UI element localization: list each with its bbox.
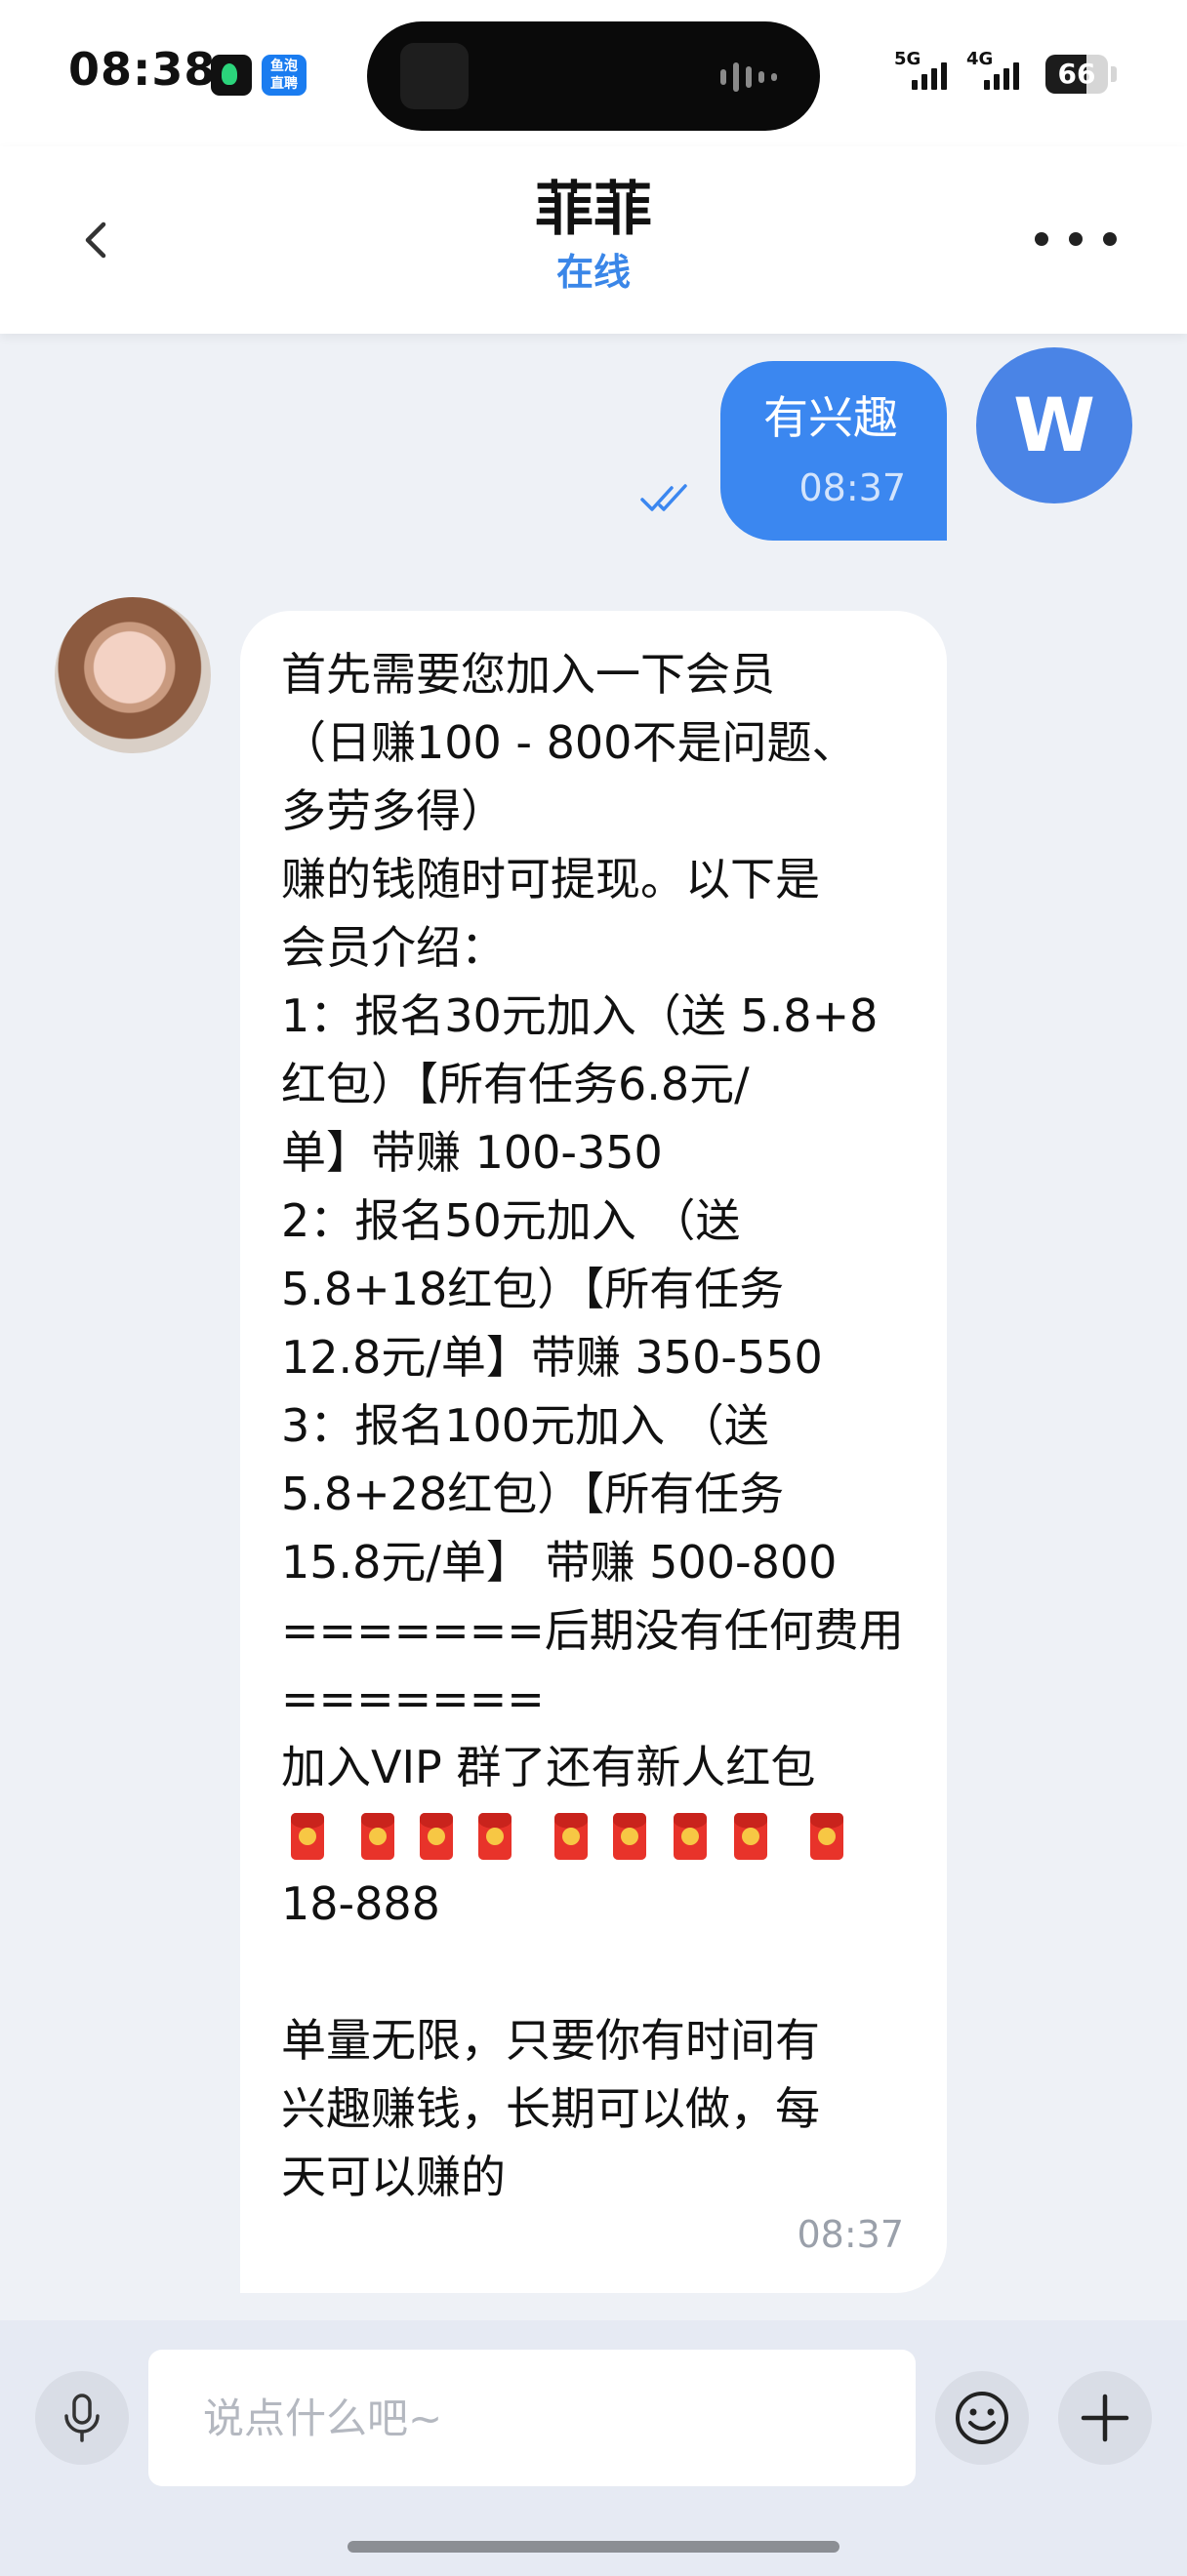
audio-waveform-icon (720, 60, 789, 94)
outgoing-message-time: 08:37 (798, 466, 906, 509)
red-envelope-icon (674, 1813, 707, 1860)
message-line: 2：报名50元加入 （送 (281, 1194, 741, 1247)
red-envelope-icon (554, 1813, 588, 1860)
message-line: 首先需要您加入一下会员 (281, 648, 775, 701)
double-check-read-icon (640, 484, 687, 511)
status-time: 08:38 (68, 43, 217, 96)
message-line (281, 1938, 923, 2006)
red-envelope-icon (361, 1813, 394, 1860)
message-line: ======= (281, 1672, 545, 1725)
contact-avatar[interactable] (55, 597, 211, 753)
red-envelope-icon (291, 1813, 324, 1860)
outgoing-message-text: 有兴趣 (763, 391, 898, 444)
now-playing-artwork (400, 43, 469, 109)
chat-title: 菲菲 (535, 176, 652, 244)
red-envelope-icon (810, 1813, 843, 1860)
message-line: 单】带赚 100-350 (281, 1126, 663, 1179)
message-line: =======后期没有任何费用 (281, 1604, 904, 1657)
more-dot-icon (1103, 232, 1117, 246)
red-envelope-icon (734, 1813, 767, 1860)
more-dot-icon (1069, 232, 1083, 246)
message-line: 5.8+28红包）【所有任务 (281, 1468, 785, 1520)
message-line: 会员介绍： (281, 921, 506, 974)
red-envelope-icon (478, 1813, 512, 1860)
red-envelope-row (281, 1801, 923, 1870)
message-line: 赚的钱随时可提现。以下是 (281, 853, 820, 906)
message-line: 18-888 (281, 1877, 440, 1930)
more-dot-icon (1035, 232, 1048, 246)
emoji-button[interactable] (935, 2371, 1029, 2465)
battery-level: 66 (1057, 58, 1096, 90)
message-line: 15.8元/单】 带赚 500-800 (281, 1536, 838, 1589)
live-app-icon: 鱼泡 直聘 (262, 55, 307, 96)
chat-header: 菲菲 在线 (0, 146, 1187, 334)
message-line: （日赚100 - 800不是问题、 (281, 716, 857, 769)
message-line: 5.8+18红包）【所有任务 (281, 1263, 785, 1315)
outgoing-message-bubble[interactable]: 有兴趣 08:37 (720, 361, 947, 541)
smiley-face-icon (956, 2392, 1008, 2444)
incoming-message-bubble[interactable]: 首先需要您加入一下会员 （日赚100 - 800不是问题、 多劳多得） 赚的钱随… (240, 611, 947, 2293)
voice-input-button[interactable] (35, 2371, 129, 2465)
message-line: 天可以赚的 (281, 2151, 506, 2203)
more-options-button[interactable] (1035, 215, 1117, 263)
plus-icon (1081, 2394, 1129, 2442)
microphone-icon (64, 2394, 100, 2442)
more-attachments-button[interactable] (1058, 2371, 1152, 2465)
dynamic-island[interactable] (367, 21, 820, 131)
home-indicator[interactable] (348, 2541, 839, 2553)
message-line: 加入VIP 群了还有新人红包 (281, 1741, 816, 1793)
message-line: 12.8元/单】带赚 350-550 (281, 1331, 823, 1384)
red-envelope-icon (613, 1813, 646, 1860)
message-line: 兴趣赚钱，长期可以做，每 (281, 2082, 820, 2135)
my-avatar[interactable]: W (976, 347, 1132, 503)
incoming-message-time: 08:37 (797, 2213, 904, 2256)
input-bar (0, 2320, 1187, 2576)
message-line: 3：报名100元加入 （送 (281, 1399, 769, 1452)
status-bar: 08:38 鱼泡 直聘 5G 4G 66 (0, 0, 1187, 146)
message-line: 单量无限，只要你有时间有 (281, 2014, 820, 2067)
message-line: 多劳多得） (281, 785, 506, 837)
red-envelope-icon (420, 1813, 453, 1860)
music-app-icon (211, 55, 252, 96)
message-line: 红包）【所有任务6.8元/ (281, 1058, 750, 1110)
battery-tip (1111, 66, 1117, 82)
online-status: 在线 (555, 251, 631, 294)
message-input[interactable] (148, 2350, 916, 2486)
battery-icon: 66 (1045, 55, 1108, 94)
message-line: 1：报名30元加入（送 5.8+8 (281, 989, 879, 1042)
